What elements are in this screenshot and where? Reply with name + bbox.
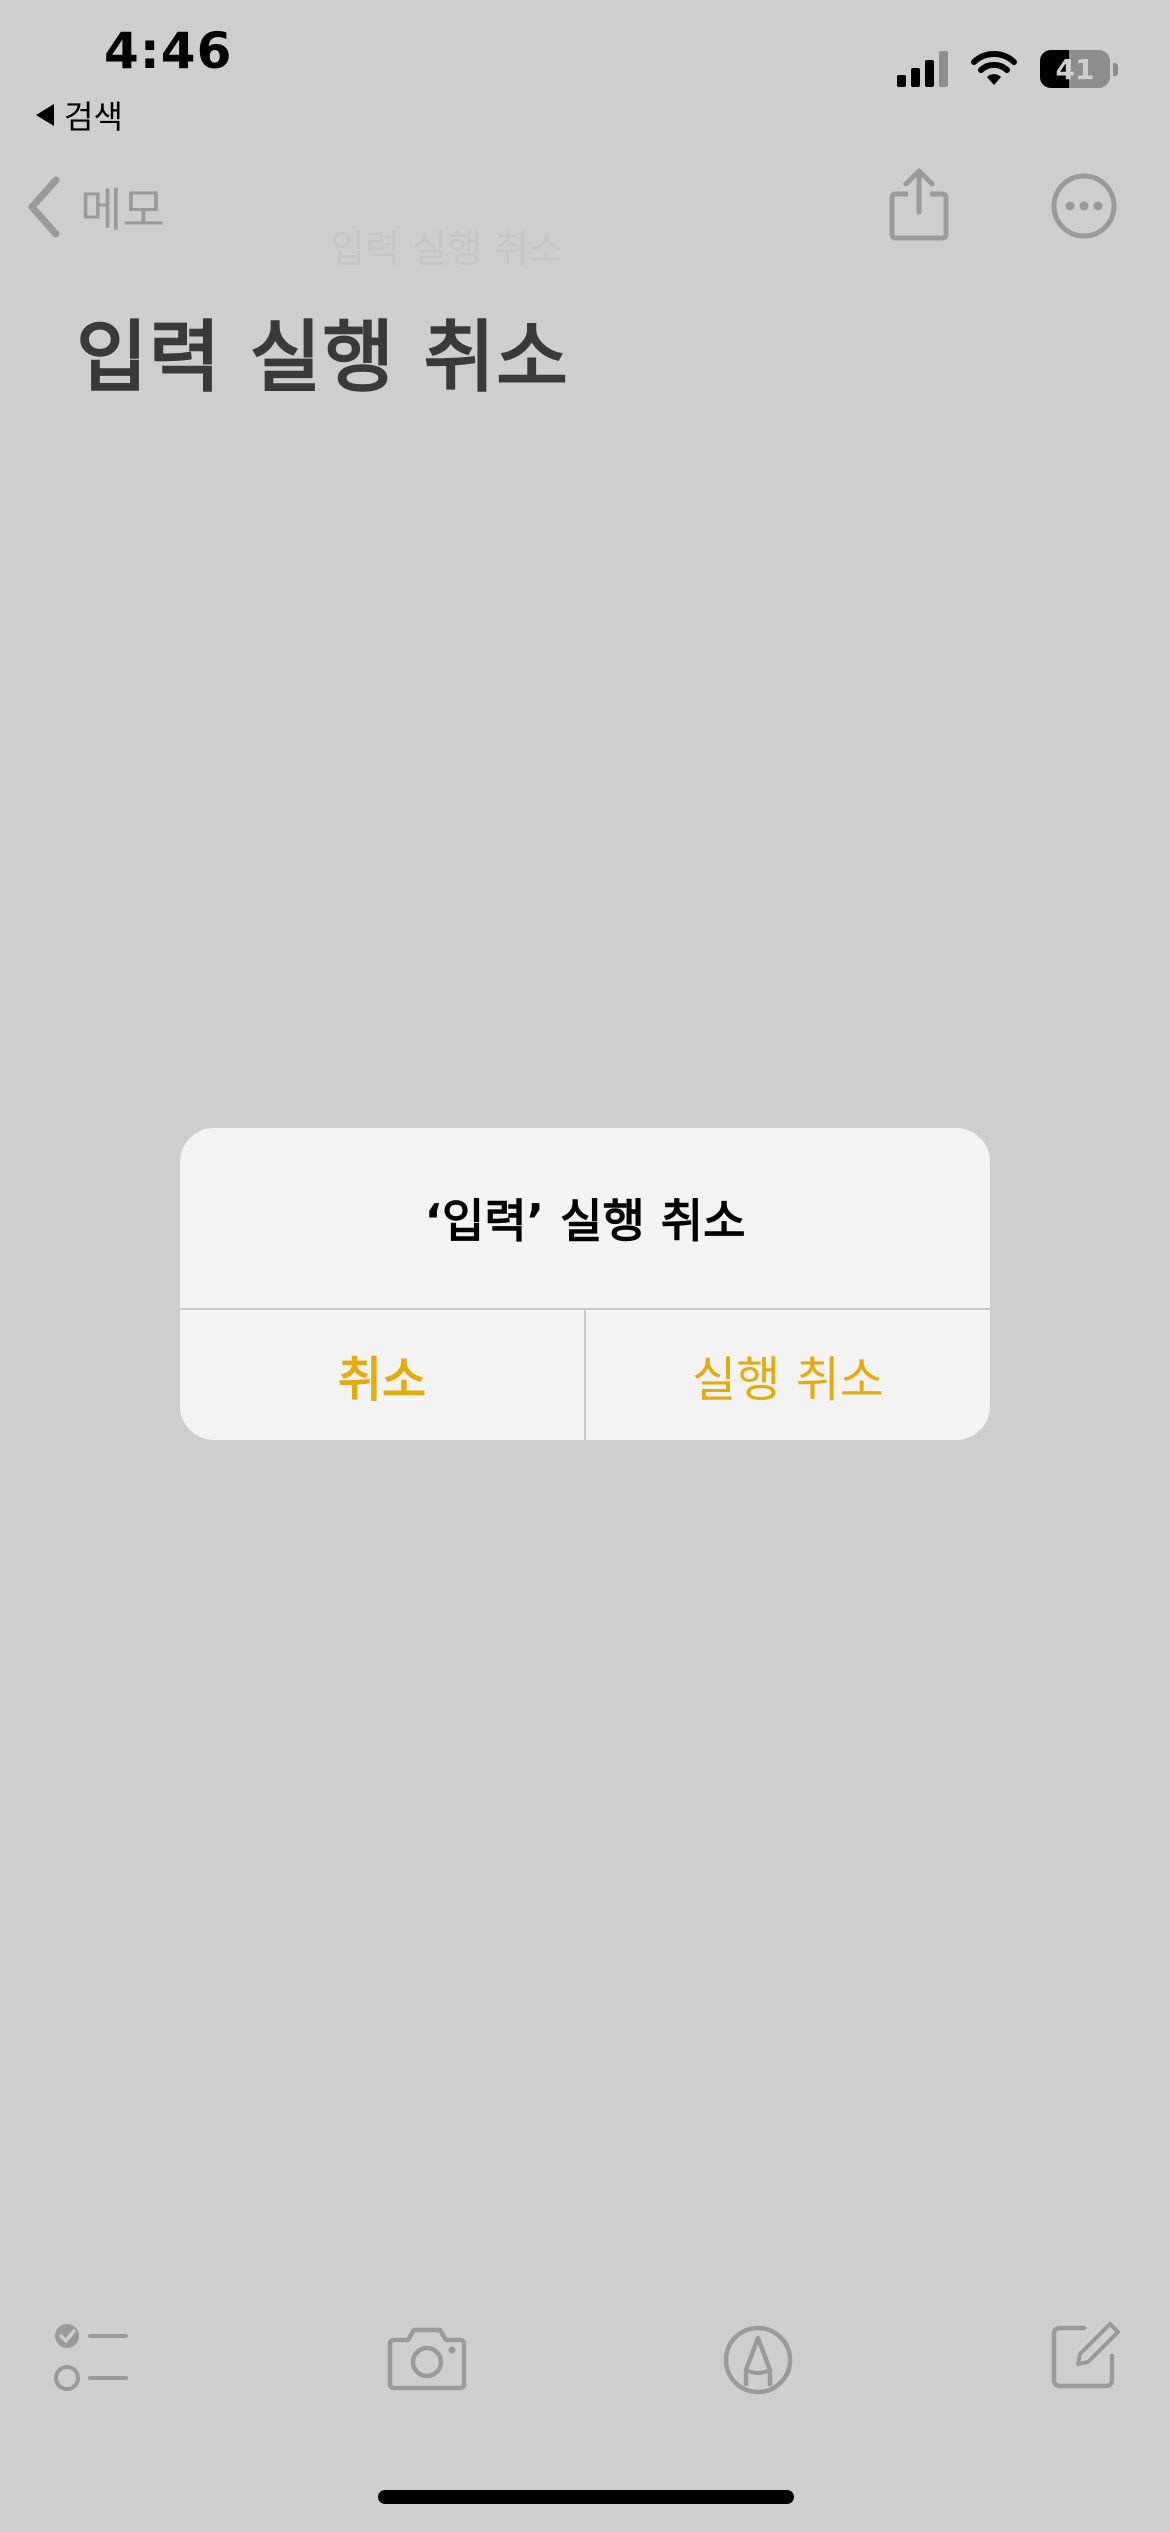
more-button[interactable] (1050, 172, 1118, 244)
alert-cancel-button[interactable]: 취소 (180, 1310, 584, 1440)
back-to-notes-label: 메모 (80, 183, 165, 237)
camera-button[interactable] (386, 2320, 468, 2400)
nav-faint-title: 입력 실행 취소 (330, 227, 564, 271)
wifi-icon (971, 51, 1017, 85)
compose-icon (1051, 2322, 1120, 2389)
cellular-signal-icon (897, 51, 948, 87)
camera-icon (387, 2327, 467, 2391)
pen-tip-circle-icon (723, 2325, 793, 2395)
status-indicators: 41 (897, 50, 1118, 88)
back-to-search-button[interactable]: 검색 (36, 92, 123, 138)
share-button[interactable] (886, 166, 952, 246)
ellipsis-circle-icon (1051, 173, 1117, 239)
status-time: 4:46 (104, 22, 233, 80)
battery-cap (1113, 62, 1118, 76)
checklist-icon (54, 2324, 128, 2391)
share-icon (889, 168, 949, 241)
alert-title: ‘입력’ 실행 취소 (424, 1194, 746, 1248)
battery-level: 41 (1055, 52, 1095, 86)
chevron-left-icon (28, 176, 60, 238)
back-triangle-icon (36, 104, 54, 126)
back-to-search-label: 검색 (64, 98, 123, 136)
undo-alert-dialog: ‘입력’ 실행 취소 취소 실행 취소 (180, 1128, 990, 1440)
alert-undo-button[interactable]: 실행 취소 (586, 1310, 990, 1440)
battery-icon: 41 (1040, 50, 1110, 88)
home-indicator[interactable] (378, 2490, 794, 2504)
checklist-button[interactable] (52, 2320, 128, 2400)
compose-button[interactable] (1050, 2320, 1120, 2394)
back-to-notes-button[interactable]: 메모 (26, 174, 165, 240)
markup-button[interactable] (722, 2320, 794, 2400)
note-title[interactable]: 입력 실행 취소 (76, 295, 569, 407)
